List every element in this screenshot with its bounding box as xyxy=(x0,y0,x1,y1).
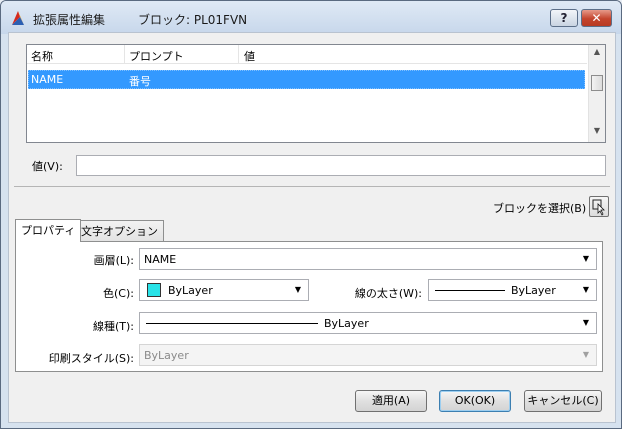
lineweight-label: 線の太さ(W): xyxy=(354,287,422,300)
plot-style-label: 印刷スタイル(S): xyxy=(48,352,134,365)
window-title: 拡張属性編集 xyxy=(33,13,106,27)
layer-label: 画層(L): xyxy=(93,254,134,267)
scroll-up-icon[interactable]: ▲ xyxy=(589,47,605,64)
tab-properties[interactable]: プロパティ xyxy=(15,219,82,242)
color-swatch xyxy=(147,283,161,297)
chevron-down-icon: ▼ xyxy=(582,254,589,263)
layer-select[interactable]: NAME ▼ xyxy=(139,248,597,270)
help-icon: ? xyxy=(560,11,568,25)
chevron-down-icon: ▼ xyxy=(582,350,589,359)
color-label: 色(C): xyxy=(103,287,134,300)
ok-button[interactable]: OK(OK) xyxy=(439,390,511,412)
block-name-label: ブロック: PL01FVN xyxy=(138,13,248,27)
attribute-list-scrollbar[interactable]: ▲ ▼ xyxy=(588,45,605,142)
column-divider[interactable] xyxy=(238,45,239,64)
color-value: ByLayer xyxy=(168,284,213,297)
attribute-row-name: NAME xyxy=(31,73,64,86)
close-button[interactable]: ✕ xyxy=(581,9,612,27)
chevron-down-icon: ▼ xyxy=(582,318,589,327)
help-button[interactable]: ? xyxy=(550,9,578,27)
attribute-row-prompt: 番号 xyxy=(129,75,151,88)
select-block-label: ブロックを選択(B) xyxy=(493,202,587,215)
value-input[interactable] xyxy=(76,155,606,176)
linetype-line-icon xyxy=(146,323,318,324)
linetype-select[interactable]: ByLayer ▼ xyxy=(139,312,597,334)
chevron-down-icon: ▼ xyxy=(582,285,589,294)
lineweight-line-icon xyxy=(435,290,505,291)
value-label: 値(V): xyxy=(32,160,63,173)
scrollbar-thumb[interactable] xyxy=(591,75,603,91)
column-divider[interactable] xyxy=(124,45,125,64)
attribute-panel: 名称 プロンプト 値 NAME 番号 ▲ ▼ 値(V): xyxy=(14,34,610,187)
column-header-name[interactable]: 名称 xyxy=(31,48,53,64)
extended-attribute-editor-window: 拡張属性編集 ブロック: PL01FVN ? ✕ 名称 プロンプト 値 NAME… xyxy=(0,0,622,429)
linetype-label: 線種(T): xyxy=(92,320,134,333)
layer-value: NAME xyxy=(144,253,177,266)
scroll-down-icon[interactable]: ▼ xyxy=(589,126,605,143)
app-logo-icon xyxy=(12,11,24,25)
attribute-row-selected[interactable]: NAME 番号 xyxy=(28,70,585,89)
properties-panel: 画層(L): NAME ▼ 色(C): ByLayer ▼ 線の太さ(W): B… xyxy=(15,241,603,372)
pick-object-cursor-icon xyxy=(592,199,605,216)
linetype-value: ByLayer xyxy=(324,317,369,330)
column-header-prompt[interactable]: プロンプト xyxy=(129,48,184,64)
tab-text-options[interactable]: 文字オプション xyxy=(75,220,164,241)
cancel-button[interactable]: キャンセル(C) xyxy=(524,390,602,412)
plot-style-select: ByLayer ▼ xyxy=(139,344,597,366)
attribute-list-header: 名称 プロンプト 値 xyxy=(27,45,587,64)
color-select[interactable]: ByLayer ▼ xyxy=(139,279,309,301)
dialog-client-area: 名称 プロンプト 値 NAME 番号 ▲ ▼ 値(V): ブロックを選択(B) … xyxy=(8,32,616,423)
attribute-list[interactable]: 名称 プロンプト 値 NAME 番号 ▲ ▼ xyxy=(26,44,606,143)
lineweight-value: ByLayer xyxy=(511,284,556,297)
plot-style-value: ByLayer xyxy=(144,349,189,362)
chevron-down-icon: ▼ xyxy=(294,285,301,294)
close-icon: ✕ xyxy=(591,11,602,25)
lineweight-select[interactable]: ByLayer ▼ xyxy=(428,279,597,301)
column-header-value[interactable]: 値 xyxy=(244,48,255,64)
title-bar[interactable]: 拡張属性編集 ブロック: PL01FVN ? ✕ xyxy=(1,1,621,34)
select-block-button[interactable] xyxy=(589,196,609,217)
apply-button[interactable]: 適用(A) xyxy=(355,390,427,412)
